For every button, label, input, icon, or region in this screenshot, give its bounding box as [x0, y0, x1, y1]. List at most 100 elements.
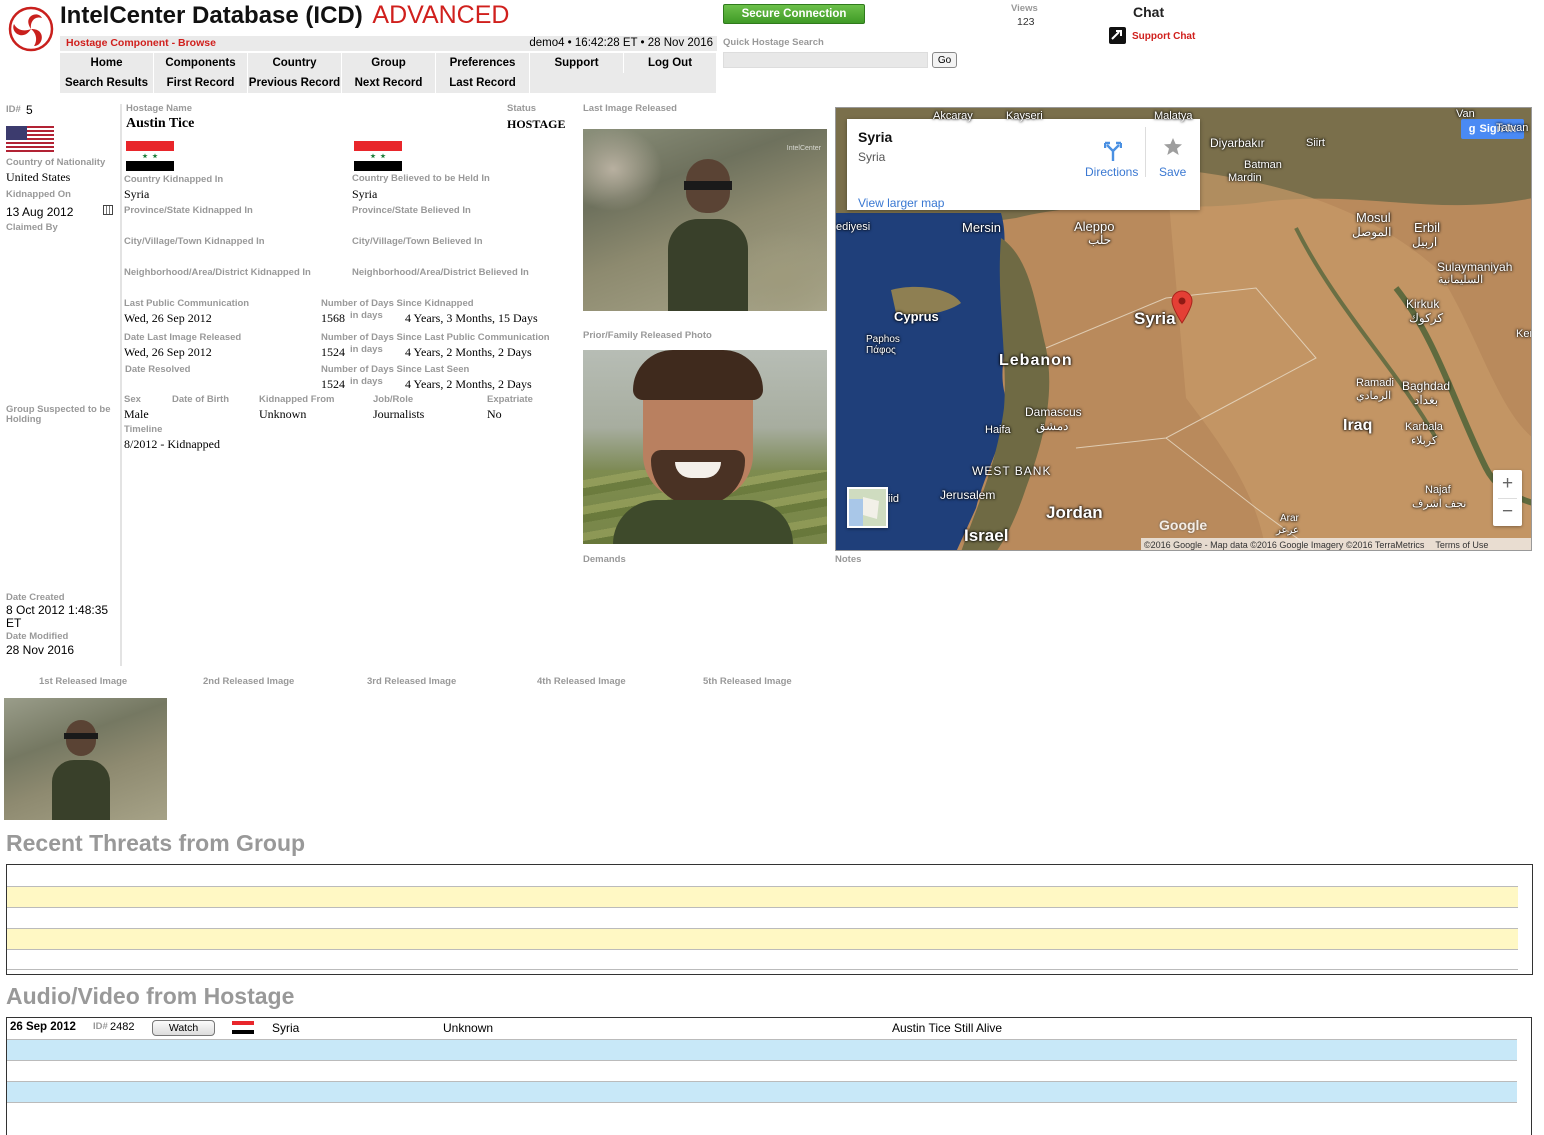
province-kidnapped-label: Province/State Kidnapped In [124, 205, 253, 216]
go-label: Go [937, 54, 952, 66]
calendar-icon[interactable] [103, 205, 113, 215]
map-label-siirt: Siirt [1306, 137, 1325, 149]
av-row[interactable] [7, 1081, 1517, 1102]
claimed-by-label: Claimed By [6, 222, 58, 233]
threat-row[interactable] [7, 886, 1518, 907]
family-released-photo[interactable] [583, 350, 827, 544]
av-title: Austin Tice Still Alive [892, 1021, 1003, 1035]
watermark-text: IntelCenter [786, 145, 821, 152]
av-row[interactable] [7, 1060, 1517, 1081]
support-chat-icon[interactable] [1109, 27, 1126, 44]
nav-search-results[interactable]: Search Results [60, 73, 154, 93]
map-terms-link[interactable]: Terms of Use [1435, 540, 1488, 550]
map-label-jerusalem: Jerusalem [940, 488, 996, 502]
map-attribution: ©2016 Google - Map data ©2016 Google Ima… [1144, 540, 1425, 550]
days-kidnapped-unit: in days [350, 310, 383, 321]
zoom-out-button[interactable]: − [1493, 498, 1522, 526]
watch-button[interactable]: Watch [152, 1020, 215, 1036]
nav-components[interactable]: Components [154, 53, 248, 73]
av-row[interactable]: 26 Sep 2012 ID# 2482 Watch Syria Unknown… [7, 1018, 1517, 1039]
av-id: 2482 [110, 1021, 135, 1033]
map-label-damascus-ar: دمشق [1036, 419, 1069, 433]
av-country: Syria [272, 1021, 300, 1035]
hostage-name-value: Austin Tice [126, 116, 195, 131]
audio-video-heading: Audio/Video from Hostage [6, 983, 295, 1009]
nationality-value: United States [6, 170, 71, 184]
av-group: Unknown [443, 1021, 494, 1035]
larger-map-link[interactable]: View larger map [858, 196, 944, 210]
kidnapped-from-value: Unknown [259, 407, 307, 421]
resolved-label: Date Resolved [125, 364, 191, 375]
threat-row[interactable] [7, 865, 1518, 886]
threat-row[interactable] [7, 907, 1518, 928]
nav-empty [530, 73, 717, 93]
blindfold [684, 181, 732, 190]
person-figure [668, 159, 748, 311]
last-comm-value: Wed, 26 Sep 2012 [124, 311, 212, 325]
kidnapped-on-label: Kidnapped On [6, 189, 71, 200]
nav-first-record[interactable]: First Record [154, 73, 248, 93]
last-comm-label: Last Public Communication [124, 298, 250, 309]
nav-support[interactable]: Support [530, 53, 624, 73]
quick-search-input[interactable] [723, 52, 928, 68]
app-logo[interactable] [8, 6, 54, 52]
save-link[interactable]: Save [1159, 165, 1186, 179]
map-label-jordan: Jordan [1046, 503, 1103, 522]
directions-icon[interactable] [1103, 141, 1123, 161]
nav-country[interactable]: Country [248, 53, 342, 73]
map-label-ramadi-ar: الرمادي [1356, 390, 1392, 402]
map-label-ramadi: Ramadi [1356, 377, 1394, 389]
map-label-aleppo-ar: حلب [1088, 233, 1112, 247]
expat-label: Expatriate [487, 394, 533, 405]
google-g-icon: g [1468, 123, 1476, 135]
released-image-2-label: 2nd Released Image [203, 676, 295, 687]
nav-next-record[interactable]: Next Record [342, 73, 436, 93]
map-pin-icon[interactable] [1171, 290, 1193, 324]
recent-threats-heading: Recent Threats from Group [6, 830, 306, 856]
map-label-sulaymaniyah: Sulaymaniyah [1437, 260, 1513, 274]
map-embed[interactable]: Syria Syria Directions Save View larger … [835, 107, 1532, 551]
threat-row[interactable] [7, 928, 1518, 949]
released-image-4-label: 4th Released Image [537, 676, 626, 687]
last-released-image[interactable]: IntelCenter [583, 129, 827, 311]
timeline-value: 8/2012 - Kidnapped [124, 437, 220, 451]
released-image-1-thumb[interactable] [4, 698, 167, 820]
av-row[interactable] [7, 1102, 1517, 1123]
map-label-iraq: Iraq [1343, 417, 1373, 434]
directions-link[interactable]: Directions [1085, 165, 1138, 179]
nav-logout[interactable]: Log Out [624, 53, 717, 73]
av-table: 26 Sep 2012 ID# 2482 Watch Syria Unknown… [6, 1017, 1532, 1135]
map-label-ediyesi: ediyesi [836, 221, 871, 233]
av-id-label: ID# [93, 1021, 108, 1032]
av-row[interactable] [7, 1039, 1517, 1060]
id-value: 5 [26, 103, 33, 117]
threat-row[interactable] [7, 949, 1518, 970]
av-date: 26 Sep 2012 [10, 1021, 76, 1033]
map-label-mosul: Mosul [1356, 210, 1391, 225]
support-chat-link[interactable]: Support Chat [1132, 31, 1195, 42]
nav-home[interactable]: Home [60, 53, 154, 73]
nav-previous-record[interactable]: Previous Record [248, 73, 342, 93]
expat-value: No [487, 407, 502, 421]
days-kidnapped-span: 4 Years, 3 Months, 15 Days [405, 311, 538, 325]
country-kidnapped-value: Syria [124, 187, 150, 201]
go-button[interactable]: Go [932, 52, 957, 68]
nav-last-record[interactable]: Last Record [436, 73, 530, 93]
nationality-label: Country of Nationality [6, 157, 106, 168]
released-image-5-label: 5th Released Image [703, 676, 792, 687]
nav-group[interactable]: Group [342, 53, 436, 73]
hood-kidnapped-label: Neighborhood/Area/District Kidnapped In [124, 267, 311, 278]
component-label: Hostage Component - Browse [66, 37, 216, 49]
map-label-westbank: WEST BANK [972, 464, 1052, 478]
sex-label: Sex [124, 394, 141, 405]
days-seen-value: 1524 [321, 377, 345, 391]
star-icon[interactable] [1163, 137, 1183, 157]
map-type-thumbnail[interactable] [847, 487, 888, 528]
days-kidnapped-label: Number of Days Since Kidnapped [321, 298, 474, 309]
av-syria-flag-icon [232, 1021, 254, 1034]
map-label-kirkuk-ar: كركوك [1409, 311, 1444, 325]
nav-preferences[interactable]: Preferences [436, 53, 530, 73]
map-card-title: Syria [858, 129, 893, 145]
zoom-in-button[interactable]: + [1493, 470, 1522, 498]
map-label-akcaray: Akcaray [933, 110, 973, 122]
